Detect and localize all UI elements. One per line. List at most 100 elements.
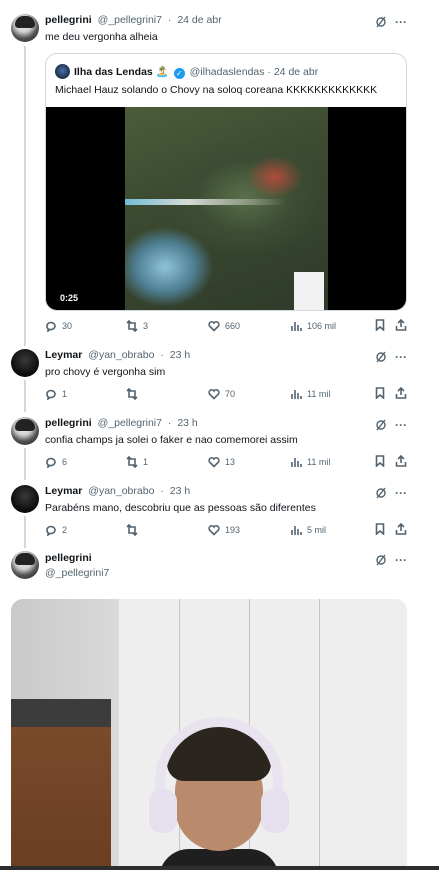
view-count: 106 mil bbox=[307, 321, 337, 331]
display-name[interactable]: pellegrini bbox=[45, 14, 92, 26]
heart-icon bbox=[208, 321, 220, 332]
like-button[interactable]: 193 bbox=[208, 523, 240, 537]
more-icon[interactable]: ··· bbox=[395, 554, 407, 566]
retweet-icon bbox=[126, 456, 138, 468]
tweet-text: me deu vergonha alheia bbox=[45, 31, 158, 43]
timestamp[interactable]: 24 de abr bbox=[177, 14, 221, 26]
focused-handle-wrap: @_pellegrini7 bbox=[45, 567, 109, 579]
heart-icon bbox=[208, 389, 220, 400]
retweet-button[interactable] bbox=[126, 523, 143, 537]
share-icon bbox=[395, 454, 407, 467]
retweet-button[interactable]: 1 bbox=[126, 455, 148, 469]
timestamp[interactable]: 23 h bbox=[170, 349, 190, 361]
tweet-video[interactable] bbox=[11, 599, 407, 870]
reply-icon bbox=[46, 389, 56, 400]
share-button[interactable] bbox=[395, 454, 407, 470]
more-icon[interactable]: ··· bbox=[395, 16, 407, 28]
quote-timestamp: 24 de abr bbox=[273, 66, 319, 78]
reply-button[interactable]: 30 bbox=[45, 319, 72, 333]
video-scene-object bbox=[11, 727, 111, 870]
share-button[interactable] bbox=[395, 522, 407, 538]
headset-ear bbox=[149, 789, 177, 833]
tweet-text: pro chovy é vergonha sim bbox=[45, 366, 166, 378]
heart-icon bbox=[208, 525, 220, 536]
views-button[interactable]: 11 mil bbox=[290, 387, 330, 401]
handle[interactable]: @yan_obrabo bbox=[88, 485, 154, 497]
retweet-button[interactable]: 3 bbox=[126, 319, 148, 333]
reply-button[interactable]: 1 bbox=[45, 387, 67, 401]
reply-count: 30 bbox=[62, 321, 73, 331]
tweet-header: Leymar @yan_obrabo · 23 h bbox=[45, 349, 191, 361]
views-icon bbox=[291, 322, 302, 331]
tweet-actions: 2 193 5 mil bbox=[45, 522, 410, 538]
timestamp[interactable]: 23 h bbox=[170, 485, 190, 497]
avatar[interactable] bbox=[11, 485, 39, 513]
bookmark-button[interactable] bbox=[374, 455, 386, 470]
share-button[interactable] bbox=[395, 318, 407, 334]
tweet-header: pellegrini @_pellegrini7 · 23 h bbox=[45, 417, 198, 429]
retweet-button[interactable] bbox=[126, 387, 143, 401]
like-count: 70 bbox=[225, 389, 236, 399]
quote-display-name: Ilha das Lendas bbox=[74, 66, 153, 78]
grok-icon[interactable] bbox=[375, 351, 387, 363]
like-count: 660 bbox=[225, 321, 241, 331]
avatar[interactable] bbox=[11, 14, 39, 42]
quote-avatar bbox=[55, 64, 70, 79]
handle[interactable]: @_pellegrini7 bbox=[98, 14, 162, 26]
avatar[interactable] bbox=[11, 551, 39, 579]
tweet-actions: 6 1 13 11 mil bbox=[45, 454, 410, 470]
bookmark-button[interactable] bbox=[374, 523, 386, 538]
like-button[interactable]: 13 bbox=[208, 455, 235, 469]
display-name[interactable]: Leymar bbox=[45, 485, 82, 497]
tweet[interactable]: pellegrini @_pellegrini7 · 23 h ··· conf… bbox=[0, 413, 439, 481]
reply-icon bbox=[46, 525, 56, 536]
like-button[interactable]: 660 bbox=[208, 319, 240, 333]
tweet[interactable]: Leymar @yan_obrabo · 23 h ··· pro chovy … bbox=[0, 345, 439, 413]
tweet[interactable]: pellegrini @_pellegrini7 · 24 de abr ···… bbox=[0, 0, 439, 345]
views-button[interactable]: 11 mil bbox=[290, 455, 330, 469]
handle[interactable]: @_pellegrini7 bbox=[45, 567, 109, 579]
view-count: 5 mil bbox=[307, 525, 327, 535]
views-button[interactable]: 5 mil bbox=[290, 523, 326, 537]
quote-tweet-card[interactable]: Ilha das Lendas 🏝️ ✓ @ilhadaslendas · 24… bbox=[45, 53, 407, 311]
views-button[interactable]: 106 mil bbox=[290, 319, 336, 333]
quote-handle: @ilhadaslendas bbox=[189, 66, 265, 78]
reply-count: 1 bbox=[62, 389, 68, 399]
view-count: 11 mil bbox=[307, 457, 331, 467]
quote-video[interactable]: 0:25 bbox=[46, 107, 406, 310]
timestamp[interactable]: 23 h bbox=[177, 417, 197, 429]
display-name[interactable]: pellegrini bbox=[45, 417, 92, 429]
reply-button[interactable]: 2 bbox=[45, 523, 67, 537]
bookmark-button[interactable] bbox=[374, 319, 386, 334]
grok-icon[interactable] bbox=[375, 487, 387, 499]
quote-header: Ilha das Lendas 🏝️ ✓ @ilhadaslendas · 24… bbox=[74, 66, 319, 79]
like-button[interactable]: 70 bbox=[208, 387, 235, 401]
display-name[interactable]: Leymar bbox=[45, 349, 82, 361]
retweet-icon bbox=[126, 320, 138, 332]
more-icon[interactable]: ··· bbox=[395, 419, 407, 431]
avatar[interactable] bbox=[11, 417, 39, 445]
views-icon bbox=[291, 526, 302, 535]
video-overlay bbox=[294, 272, 324, 310]
video-person bbox=[149, 709, 289, 870]
share-button[interactable] bbox=[395, 386, 407, 402]
grok-icon[interactable] bbox=[375, 419, 387, 431]
grok-icon[interactable] bbox=[375, 16, 387, 28]
more-icon[interactable]: ··· bbox=[395, 351, 407, 363]
handle[interactable]: @yan_obrabo bbox=[88, 349, 154, 361]
more-icon[interactable]: ··· bbox=[395, 487, 407, 499]
grok-icon[interactable] bbox=[375, 554, 387, 566]
display-name[interactable]: pellegrini bbox=[45, 552, 92, 564]
bookmark-icon bbox=[375, 387, 385, 400]
bookmark-icon bbox=[375, 319, 385, 332]
reply-icon bbox=[46, 457, 56, 468]
wardrobe-line bbox=[319, 599, 320, 870]
tweet[interactable]: Leymar @yan_obrabo · 23 h ··· Parabéns m… bbox=[0, 481, 439, 549]
handle[interactable]: @_pellegrini7 bbox=[98, 417, 162, 429]
quote-text: Michael Hauz solando o Chovy na soloq co… bbox=[55, 84, 378, 96]
reply-button[interactable]: 6 bbox=[45, 455, 67, 469]
bookmark-icon bbox=[375, 523, 385, 536]
avatar[interactable] bbox=[11, 349, 39, 377]
bookmark-button[interactable] bbox=[374, 387, 386, 402]
verified-badge-icon: ✓ bbox=[173, 68, 185, 79]
